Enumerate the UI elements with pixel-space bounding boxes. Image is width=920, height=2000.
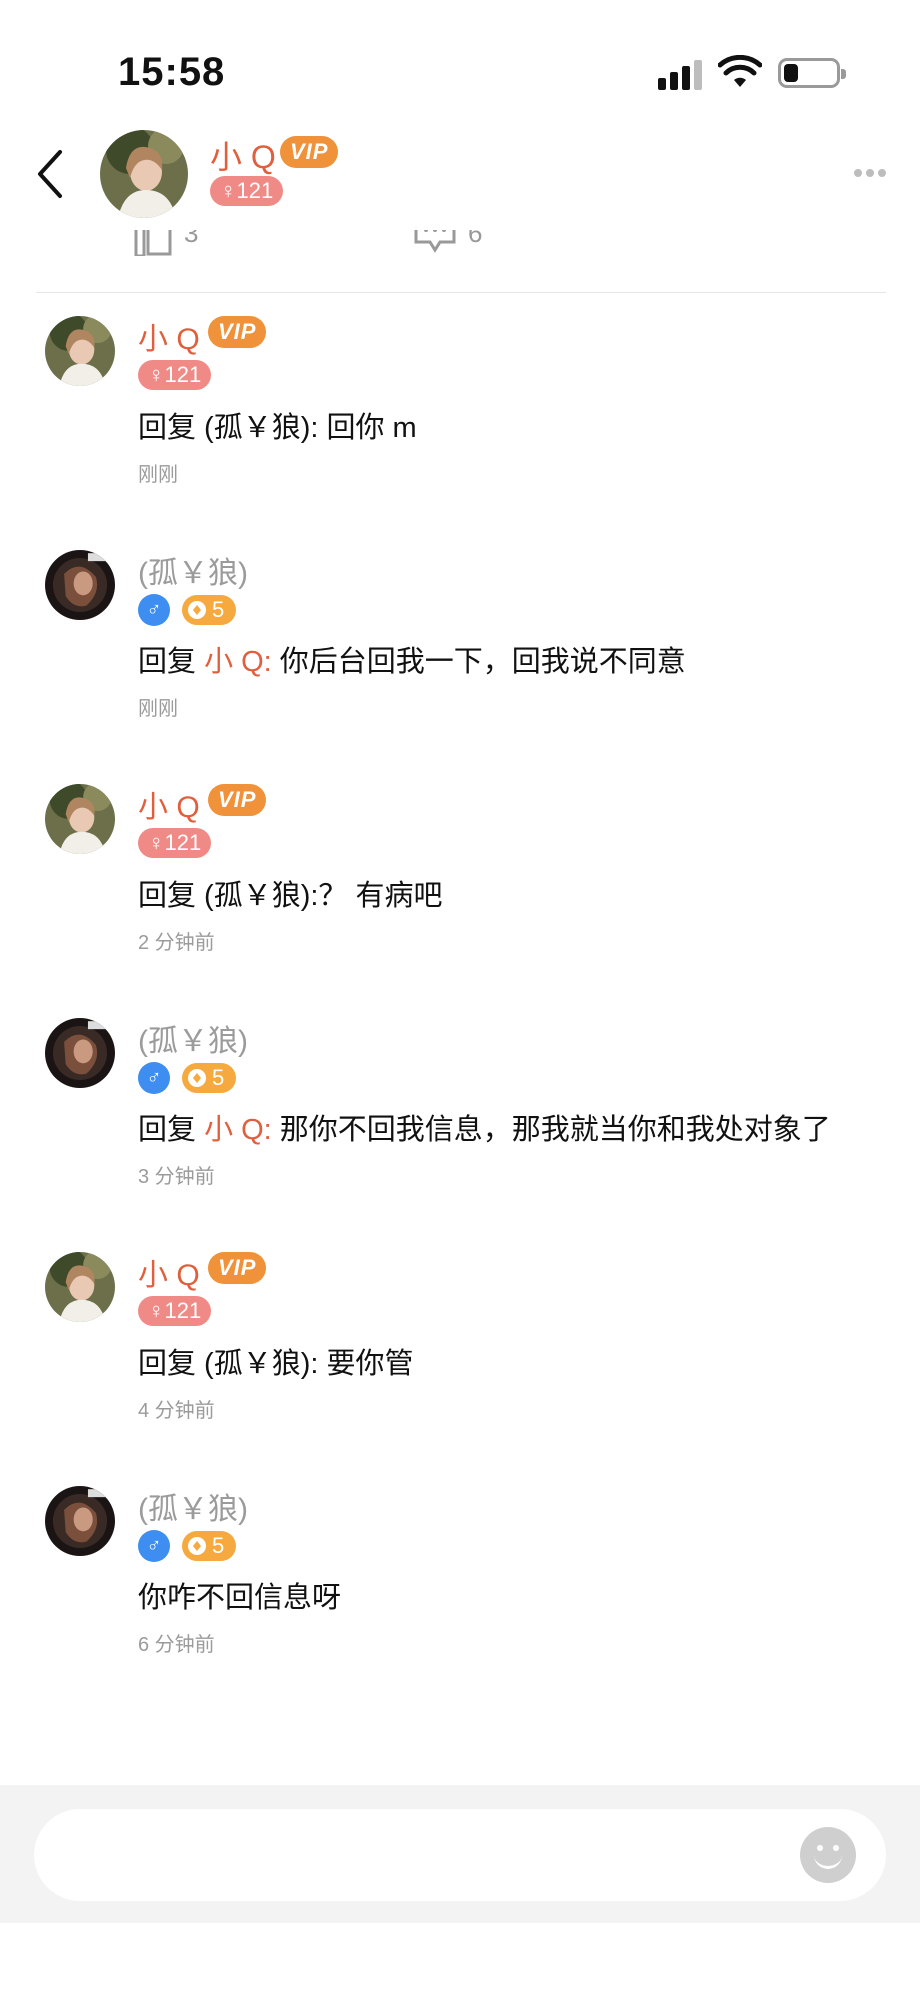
level-badge: 5: [182, 1063, 237, 1093]
status-bar: 15:58: [0, 0, 920, 130]
comment-time: 2 分钟前: [138, 932, 215, 954]
comment-body: 那你不回我信息，那我就当你和我处对象了: [271, 1114, 831, 1146]
vip-badge: VIP: [208, 316, 267, 348]
header-avatar[interactable]: [100, 130, 188, 218]
avatar[interactable]: [45, 550, 115, 620]
comment-text: 回复 (孤￥狼): 回你 m: [138, 404, 417, 446]
comment-text: 回复 小 Q: 那你不回我信息，那我就当你和我处对象了: [138, 1106, 831, 1148]
comment-input[interactable]: [34, 1809, 886, 1901]
gender-level-badge: ♀121: [138, 360, 212, 390]
more-dots-icon[interactable]: [854, 164, 894, 180]
avatar[interactable]: [45, 784, 115, 854]
gender-level-badge: ♀121: [210, 176, 284, 206]
reply-prefix: 回复: [138, 646, 205, 678]
level-value: 5: [212, 1065, 225, 1090]
status-time: 15:58: [118, 50, 226, 94]
battery-icon: [778, 58, 846, 88]
diamond-icon: [188, 1069, 206, 1087]
gender-level-badge: ♀121: [138, 1296, 212, 1326]
male-gender-icon: ♂: [138, 1062, 170, 1094]
diamond-icon: [188, 601, 206, 619]
comment-time: 6 分钟前: [138, 1634, 215, 1656]
comment-username[interactable]: (孤￥狼): [138, 548, 248, 592]
comment-username[interactable]: (孤￥狼): [138, 1484, 248, 1528]
comment-username[interactable]: 小 Q: [138, 1250, 200, 1294]
level-value: 5: [212, 1533, 225, 1558]
comment-time: 3 分钟前: [138, 1166, 215, 1188]
wifi-icon: [718, 55, 762, 87]
comment-username[interactable]: 小 Q: [138, 782, 200, 826]
avatar[interactable]: [45, 1486, 115, 1556]
avatar[interactable]: [45, 316, 115, 386]
vip-badge: VIP: [208, 1252, 267, 1284]
vip-badge: VIP: [208, 784, 267, 816]
comment-item[interactable]: 小 Q VIP ♀121 回复 (孤￥狼): 要你管 4 分钟前: [0, 1232, 920, 1432]
emoji-icon[interactable]: [800, 1827, 856, 1883]
gender-level-badge: ♀121: [138, 828, 212, 858]
comment-item[interactable]: 小 Q VIP ♀121 回复 (孤￥狼):？ 有病吧 2 分钟前: [0, 764, 920, 964]
avatar[interactable]: [45, 1018, 115, 1088]
comment-text: 回复 (孤￥狼): 要你管: [138, 1340, 414, 1382]
comment-body: 回复 (孤￥狼):？ 有病吧: [138, 880, 443, 912]
comment-text: 你咋不回信息呀: [138, 1574, 341, 1616]
reply-mention[interactable]: 小 Q:: [204, 1114, 272, 1146]
vip-badge: VIP: [280, 136, 339, 168]
reply-prefix: 回复: [138, 1114, 205, 1146]
comment-item[interactable]: (孤￥狼) ♂ 5 回复 小 Q: 那你不回我信息，那我就当你和我处对象了 3 …: [0, 998, 920, 1198]
level-badge: 5: [182, 595, 237, 625]
comment-item[interactable]: 小 Q VIP ♀121 回复 (孤￥狼): 回你 m 刚刚: [0, 296, 920, 496]
comment-text: 回复 (孤￥狼):？ 有病吧: [138, 872, 443, 914]
comment-text: 回复 小 Q: 你后台回我一下，回我说不同意: [138, 638, 686, 680]
header-username: 小 Q: [210, 139, 276, 175]
divider: [36, 292, 886, 293]
chevron-left-icon[interactable]: [32, 146, 72, 202]
reply-mention[interactable]: 小 Q:: [204, 646, 272, 678]
cellular-signal-icon: [658, 58, 706, 90]
comment-time: 4 分钟前: [138, 1400, 215, 1422]
level-value: 5: [212, 597, 225, 622]
comment-body: 你后台回我一下，回我说不同意: [271, 646, 686, 678]
comment-body: 回复 (孤￥狼): 回你 m: [138, 412, 417, 444]
diamond-icon: [188, 1537, 206, 1555]
avatar[interactable]: [45, 1252, 115, 1322]
chat-header: 小 Q VIP ♀121: [0, 120, 920, 230]
comment-item[interactable]: (孤￥狼) ♂ 5 你咋不回信息呀 6 分钟前: [0, 1466, 920, 1666]
comment-time: 刚刚: [138, 464, 178, 486]
comment-time: 刚刚: [138, 698, 178, 720]
comment-body: 你咋不回信息呀: [138, 1582, 342, 1614]
comment-input-bar: [0, 1785, 920, 1923]
level-badge: 5: [182, 1531, 237, 1561]
male-gender-icon: ♂: [138, 594, 170, 626]
comment-body: 回复 (孤￥狼): 要你管: [138, 1348, 414, 1380]
comment-username[interactable]: (孤￥狼): [138, 1016, 248, 1060]
comment-username[interactable]: 小 Q: [138, 314, 200, 358]
comment-item[interactable]: (孤￥狼) ♂ 5 回复 小 Q: 你后台回我一下，回我说不同意 刚刚: [0, 530, 920, 730]
male-gender-icon: ♂: [138, 1530, 170, 1562]
